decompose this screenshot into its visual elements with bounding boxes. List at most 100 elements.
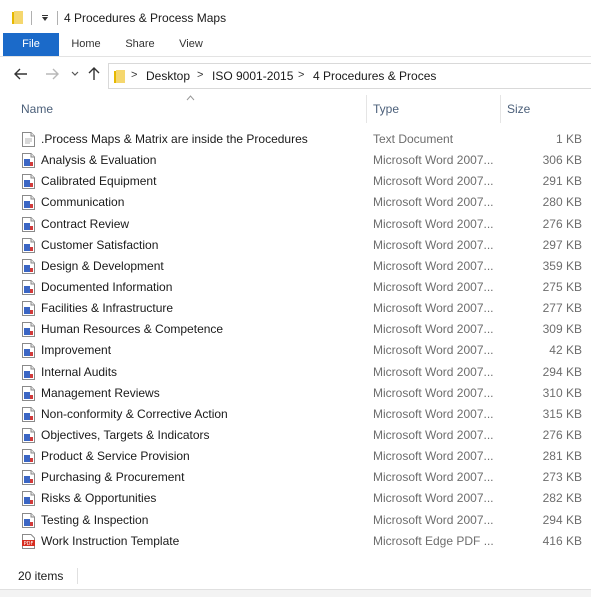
chevron-down-icon: [71, 71, 79, 76]
pdf-doc-icon: PDF: [22, 533, 35, 549]
file-name[interactable]: Risks & Opportunities: [41, 491, 156, 505]
tab-home[interactable]: Home: [62, 33, 110, 56]
file-size: 1 KB: [555, 132, 582, 146]
file-row[interactable]: Calibrated Equipment Microsoft Word 2007.…: [0, 171, 591, 192]
file-row[interactable]: Purchasing & Procurement Microsoft Word 2…: [0, 467, 591, 488]
file-name[interactable]: .Process Maps & Matrix are inside the Pr…: [41, 132, 308, 146]
file-name[interactable]: Objectives, Targets & Indicators: [41, 428, 210, 442]
file-row[interactable]: Analysis & Evaluation Microsoft Word 2007…: [0, 150, 591, 171]
file-row[interactable]: Non-conformity & Corrective Action Micros…: [0, 404, 591, 425]
recent-locations-button[interactable]: [66, 66, 84, 84]
file-size: 277 KB: [542, 301, 582, 316]
word-doc-icon: [22, 301, 35, 317]
file-name[interactable]: Non-conformity & Corrective Action: [41, 407, 228, 421]
word-doc-icon: [22, 322, 35, 338]
forward-button[interactable]: [43, 66, 61, 84]
file-type: Microsoft Word 2007...: [373, 258, 494, 273]
file-row[interactable]: Product & Service Provision Microsoft Wor…: [0, 446, 591, 467]
file-name[interactable]: Testing & Inspection: [41, 513, 148, 527]
file-type: Microsoft Word 2007...: [373, 195, 494, 210]
item-count: 20 items: [18, 569, 64, 583]
address-box[interactable]: > Desktop > ISO 9001-2015 > 4 Procedures…: [108, 63, 591, 89]
breadcrumb-separator[interactable]: >: [197, 69, 203, 81]
file-row[interactable]: Internal Audits Microsoft Word 2007... 294…: [0, 362, 591, 383]
column-header-size[interactable]: Size: [507, 102, 530, 116]
file-row[interactable]: Communication Microsoft Word 2007... 280 K…: [0, 192, 591, 213]
file-row[interactable]: Risks & Opportunities Microsoft Word 2007…: [0, 488, 591, 509]
file-name[interactable]: Improvement: [41, 343, 111, 357]
file-type: Microsoft Edge PDF ...: [373, 533, 494, 548]
file-name[interactable]: Customer Satisfaction: [41, 238, 158, 252]
file-size: 275 KB: [542, 279, 582, 294]
file-size: 359 KB: [542, 258, 582, 273]
title-divider: [57, 11, 58, 25]
folder-icon: [12, 11, 23, 24]
tab-share[interactable]: Share: [116, 33, 164, 56]
navigation-bar: > Desktop > ISO 9001-2015 > 4 Procedures…: [0, 57, 591, 95]
file-name[interactable]: Work Instruction Template: [41, 534, 179, 548]
file-name[interactable]: Analysis & Evaluation: [41, 153, 156, 167]
file-row[interactable]: Design & Development Microsoft Word 2007.…: [0, 256, 591, 277]
file-size: 273 KB: [542, 470, 582, 485]
file-size: 297 KB: [542, 237, 582, 252]
file-name[interactable]: Contract Review: [41, 217, 129, 231]
tab-file[interactable]: File: [3, 33, 59, 56]
file-name[interactable]: Purchasing & Procurement: [41, 470, 184, 484]
file-type: Microsoft Word 2007...: [373, 491, 494, 506]
quick-access-dropdown-icon[interactable]: [40, 13, 50, 23]
word-doc-icon: [22, 512, 35, 528]
column-divider[interactable]: [500, 95, 501, 123]
file-type: Microsoft Word 2007...: [373, 153, 494, 168]
file-name[interactable]: Calibrated Equipment: [41, 174, 156, 188]
file-type: Microsoft Word 2007...: [373, 301, 494, 316]
file-row[interactable]: .Process Maps & Matrix are inside the Pr…: [0, 129, 591, 150]
file-name[interactable]: Management Reviews: [41, 386, 160, 400]
file-name[interactable]: Communication: [41, 195, 124, 209]
file-row[interactable]: Documented Information Microsoft Word 200…: [0, 277, 591, 298]
word-doc-icon: [22, 406, 35, 422]
file-name[interactable]: Internal Audits: [41, 365, 117, 379]
up-button[interactable]: [85, 66, 103, 84]
column-header-name[interactable]: Name: [21, 102, 53, 116]
file-name[interactable]: Design & Development: [41, 259, 164, 273]
sort-ascending-icon: [186, 93, 195, 103]
file-row[interactable]: Contract Review Microsoft Word 2007... 276…: [0, 214, 591, 235]
word-doc-icon: [22, 427, 35, 443]
tab-view[interactable]: View: [168, 33, 214, 56]
file-row[interactable]: Human Resources & Competence Microsoft Wo…: [0, 319, 591, 340]
file-type: Microsoft Word 2007...: [373, 427, 494, 442]
file-size: 281 KB: [542, 449, 582, 464]
file-type: Microsoft Word 2007...: [373, 385, 494, 400]
breadcrumb-iso[interactable]: ISO 9001-2015: [212, 69, 293, 83]
file-row[interactable]: Objectives, Targets & Indicators Microsof…: [0, 425, 591, 446]
breadcrumb-current[interactable]: 4 Procedures & Proces: [313, 69, 436, 83]
file-type: Microsoft Word 2007...: [373, 237, 494, 252]
file-type: Microsoft Word 2007...: [373, 322, 494, 337]
file-name[interactable]: Product & Service Provision: [41, 449, 190, 463]
breadcrumb-separator[interactable]: >: [131, 69, 137, 81]
file-size: 416 KB: [542, 533, 582, 548]
file-row[interactable]: Management Reviews Microsoft Word 2007...…: [0, 383, 591, 404]
file-type: Microsoft Word 2007...: [373, 449, 494, 464]
file-size: 291 KB: [542, 174, 582, 189]
file-size: 294 KB: [542, 364, 582, 379]
file-type: Microsoft Word 2007...: [373, 216, 494, 231]
file-row[interactable]: Customer Satisfaction Microsoft Word 2007…: [0, 235, 591, 256]
back-button[interactable]: [12, 66, 30, 84]
word-doc-icon: [22, 195, 35, 211]
window-bottom-edge: [0, 589, 591, 597]
file-name[interactable]: Human Resources & Competence: [41, 322, 223, 336]
file-row[interactable]: Improvement Microsoft Word 2007... 42 KB: [0, 340, 591, 361]
file-name[interactable]: Documented Information: [41, 280, 172, 294]
file-row[interactable]: Facilities & Infrastructure Microsoft Wor…: [0, 298, 591, 319]
breadcrumb-desktop[interactable]: Desktop: [146, 69, 190, 83]
file-name[interactable]: Facilities & Infrastructure: [41, 301, 173, 315]
file-row[interactable]: Testing & Inspection Microsoft Word 2007.…: [0, 510, 591, 531]
column-header-type[interactable]: Type: [373, 102, 399, 116]
column-divider[interactable]: [366, 95, 367, 123]
column-header-row: Name Type Size: [0, 95, 591, 123]
file-row[interactable]: PDF Work Instruction Template Microsoft Ed…: [0, 531, 591, 552]
file-size: 310 KB: [542, 385, 582, 400]
breadcrumb-separator[interactable]: >: [298, 69, 304, 81]
title-bar: 4 Procedures & Process Maps: [0, 0, 591, 33]
